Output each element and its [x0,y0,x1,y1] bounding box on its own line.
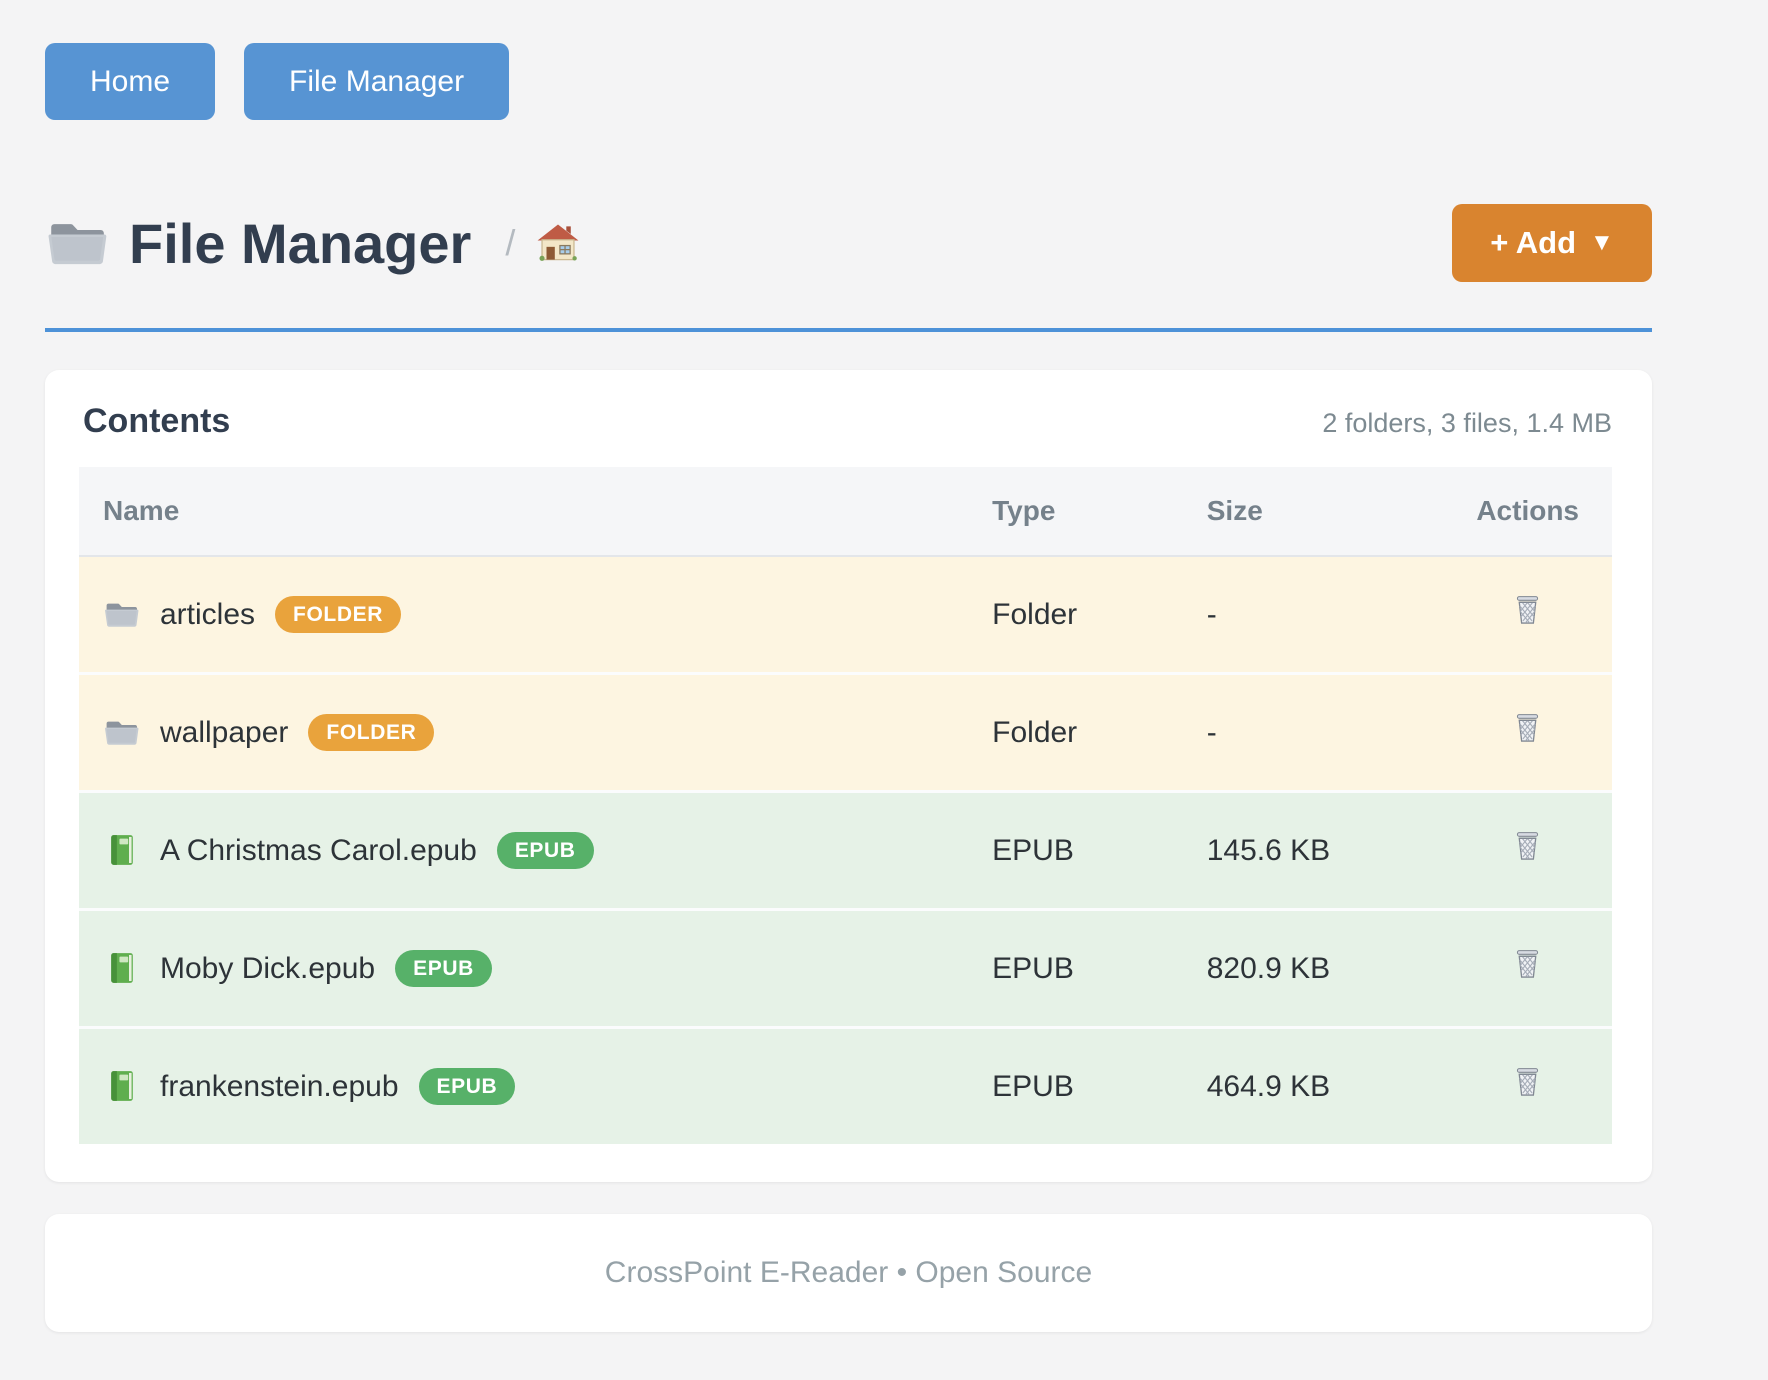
caret-down-icon: ▼ [1590,229,1614,257]
table-row: articles FOLDER Folder - [79,556,1612,674]
table-row: wallpaper FOLDER Folder - [79,674,1612,792]
page-title: File Manager / [45,211,581,276]
page: Home File Manager File Manager / + Add ▼… [45,0,1652,1332]
file-manager-button[interactable]: File Manager [244,43,509,120]
trash-icon [1509,946,1546,983]
page-title-text: File Manager [129,211,471,276]
green-book-icon [103,950,140,987]
add-button-label: + Add [1490,225,1576,261]
size-cell: 464.9 KB [1183,1028,1444,1145]
folder-icon [103,714,140,751]
item-name-link[interactable]: frankenstein.epub [160,1070,399,1104]
home-icon[interactable] [535,220,581,266]
green-book-icon [103,1068,140,1105]
table-row: Moby Dick.epub EPUB EPUB 820.9 KB [79,910,1612,1028]
delete-button[interactable] [1509,828,1546,868]
actions-cell [1443,556,1612,674]
contents-card-header: Contents 2 folders, 3 files, 1.4 MB [79,402,1612,441]
type-cell: EPUB [968,792,1183,910]
contents-card: Contents 2 folders, 3 files, 1.4 MB Name… [45,370,1652,1182]
home-button[interactable]: Home [45,43,215,120]
file-table: Name Type Size Actions articles FOLDER F… [79,467,1612,1144]
name-cell: A Christmas Carol.epub EPUB [79,792,968,910]
name-cell: frankenstein.epub EPUB [79,1028,968,1145]
table-row: frankenstein.epub EPUB EPUB 464.9 KB [79,1028,1612,1145]
column-header-type: Type [968,467,1183,556]
name-cell: articles FOLDER [79,556,968,674]
column-header-actions: Actions [1443,467,1612,556]
type-badge: EPUB [395,950,492,987]
footer-card: CrossPoint E-Reader • Open Source [45,1214,1652,1332]
contents-heading: Contents [83,402,230,441]
page-header: File Manager / + Add ▼ [45,204,1652,282]
type-cell: Folder [968,674,1183,792]
size-cell: 145.6 KB [1183,792,1444,910]
table-header-row: Name Type Size Actions [79,467,1612,556]
type-badge: FOLDER [308,714,434,751]
contents-summary: 2 folders, 3 files, 1.4 MB [1322,408,1612,439]
delete-button[interactable] [1509,592,1546,632]
type-cell: EPUB [968,910,1183,1028]
column-header-size: Size [1183,467,1444,556]
trash-icon [1509,828,1546,865]
trash-icon [1509,1064,1546,1101]
actions-cell [1443,674,1612,792]
header-divider [45,328,1652,332]
breadcrumb-separator: / [505,222,515,264]
item-name-link[interactable]: wallpaper [160,716,288,750]
type-badge: EPUB [419,1068,516,1105]
column-header-name: Name [79,467,968,556]
trash-icon [1509,592,1546,629]
type-cell: Folder [968,556,1183,674]
type-badge: EPUB [497,832,594,869]
top-nav: Home File Manager [45,0,1652,120]
size-cell: - [1183,674,1444,792]
actions-cell [1443,910,1612,1028]
add-button[interactable]: + Add ▼ [1452,204,1652,282]
type-badge: FOLDER [275,596,401,633]
table-row: A Christmas Carol.epub EPUB EPUB 145.6 K… [79,792,1612,910]
name-cell: Moby Dick.epub EPUB [79,910,968,1028]
trash-icon [1509,710,1546,747]
footer-text: CrossPoint E-Reader • Open Source [605,1256,1092,1290]
size-cell: 820.9 KB [1183,910,1444,1028]
type-cell: EPUB [968,1028,1183,1145]
name-cell: wallpaper FOLDER [79,674,968,792]
size-cell: - [1183,556,1444,674]
folder-icon [103,596,140,633]
delete-button[interactable] [1509,946,1546,986]
green-book-icon [103,832,140,869]
delete-button[interactable] [1509,710,1546,750]
item-name-link[interactable]: articles [160,598,255,632]
item-name-link[interactable]: A Christmas Carol.epub [160,834,477,868]
delete-button[interactable] [1509,1064,1546,1104]
actions-cell [1443,1028,1612,1145]
item-name-link[interactable]: Moby Dick.epub [160,952,375,986]
folder-icon [45,211,109,275]
table-body: articles FOLDER Folder - wallpaper FOLDE… [79,556,1612,1144]
actions-cell [1443,792,1612,910]
